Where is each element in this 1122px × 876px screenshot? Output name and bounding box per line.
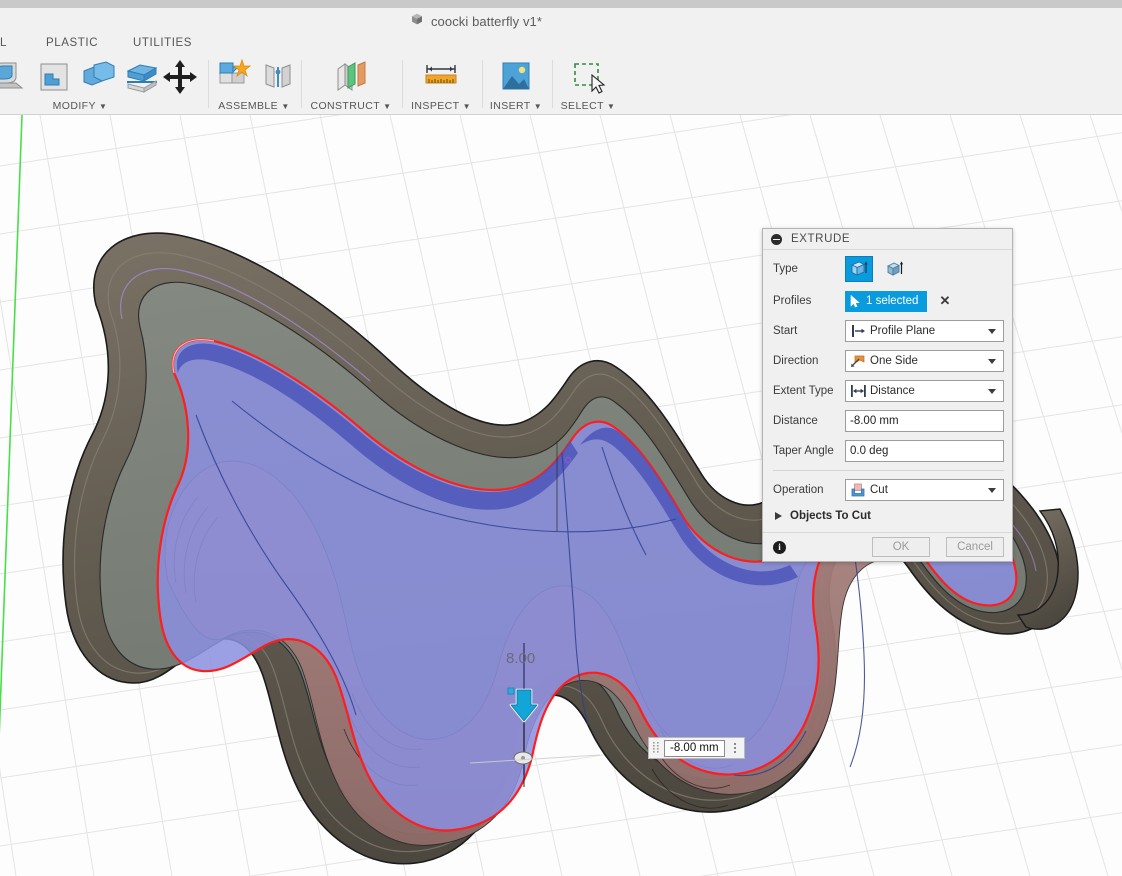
ribbon-group-assemble: ASSEMBLE ▼: [212, 54, 296, 115]
extent-type-dropdown[interactable]: Distance: [845, 380, 1004, 402]
document-tab[interactable]: coocki batterfly v1*: [410, 12, 542, 31]
row-type: Type: [773, 256, 1004, 282]
objects-to-cut-disclosure[interactable]: Objects To Cut: [773, 509, 1004, 529]
ribbon-group-label-modify[interactable]: MODIFY ▼: [0, 100, 160, 112]
ribbon-group-label-inspect[interactable]: INSPECT ▼: [404, 100, 478, 112]
canvas-distance-input-group[interactable]: -8.00 mm: [648, 737, 745, 759]
chevron-down-icon[interactable]: [988, 488, 996, 493]
ribbon-group-move-copy: [158, 54, 204, 115]
chevron-down-icon[interactable]: [988, 329, 996, 334]
operation-value: Cut: [870, 484, 988, 496]
profile-handle: [508, 688, 514, 694]
ribbon-tab-plastic[interactable]: PLASTIC: [46, 37, 98, 49]
ok-button[interactable]: OK: [872, 537, 930, 557]
document-title: coocki batterfly v1*: [431, 14, 542, 29]
select-window-icon[interactable]: [566, 57, 610, 97]
ribbon-group-modify: MODIFY ▼: [0, 54, 160, 115]
direction-dropdown[interactable]: One Side: [845, 350, 1004, 372]
manipulator-dimension-label: 8.00: [506, 650, 535, 667]
ribbon-group-select: SELECT ▼: [554, 54, 622, 115]
taper-angle-input[interactable]: 0.0 deg: [845, 440, 1004, 462]
ribbon-group-inspect: INSPECT ▼: [404, 54, 478, 115]
label-direction: Direction: [773, 355, 845, 367]
row-taper-angle: Taper Angle 0.0 deg: [773, 440, 1004, 462]
row-direction: Direction One Side: [773, 350, 1004, 372]
new-component-icon[interactable]: [212, 57, 256, 97]
chevron-down-icon[interactable]: [988, 389, 996, 394]
label-taper-angle: Taper Angle: [773, 445, 845, 457]
shell-icon[interactable]: [32, 57, 76, 97]
distance-arrows-icon: [850, 383, 867, 399]
combine-icon[interactable]: [76, 57, 120, 97]
cancel-button[interactable]: Cancel: [946, 537, 1004, 557]
row-operation: Operation Cut: [773, 479, 1004, 501]
profile-plane-icon: [850, 323, 867, 339]
ribbon-group-label-select[interactable]: SELECT ▼: [554, 100, 622, 112]
ribbon-tab-truncated[interactable]: L: [0, 37, 7, 49]
profiles-selection-count: 1 selected: [866, 295, 918, 307]
operation-dropdown[interactable]: Cut: [845, 479, 1004, 501]
ribbon-group-construct: CONSTRUCT ▼: [304, 54, 398, 115]
info-icon[interactable]: i: [773, 541, 786, 554]
extrude-profile-icon[interactable]: [845, 256, 873, 282]
label-profiles: Profiles: [773, 295, 845, 307]
titlebar: coocki batterfly v1*: [0, 8, 1122, 35]
cube-icon: [410, 12, 424, 31]
measure-ruler-icon[interactable]: [419, 57, 463, 97]
label-start: Start: [773, 325, 845, 337]
dialog-divider: [773, 470, 1004, 471]
label-distance: Distance: [773, 415, 845, 427]
extent-type-value: Distance: [870, 385, 988, 397]
insert-image-icon[interactable]: [494, 57, 538, 97]
chevron-down-icon[interactable]: [988, 359, 996, 364]
extrude-dialog-footer: i OK Cancel: [763, 532, 1012, 561]
extrude-dialog-body: Type: [763, 250, 1012, 532]
window-top-strip: [0, 0, 1122, 8]
row-profiles: Profiles 1 selected ✕: [773, 290, 1004, 312]
extrude-taper-icon[interactable]: [881, 256, 909, 282]
triangle-right-icon: [775, 512, 782, 520]
ribbon-separator: [552, 60, 553, 108]
ribbon-tabstrip: L PLASTIC UTILITIES: [0, 35, 1122, 54]
one-side-arrow-icon: [850, 353, 867, 369]
ribbon-separator: [301, 60, 302, 108]
ribbon-group-label-insert[interactable]: INSERT ▼: [484, 100, 548, 112]
ribbon-toolbar: MODIFY ▼: [0, 54, 1122, 115]
move-copy-icon[interactable]: [158, 57, 202, 97]
row-distance: Distance -8.00 mm: [773, 410, 1004, 432]
ribbon-group-insert: INSERT ▼: [484, 54, 548, 115]
joint-icon[interactable]: [256, 57, 300, 97]
profiles-selection-pill[interactable]: 1 selected: [845, 291, 927, 312]
clear-selection-icon[interactable]: ✕: [939, 293, 950, 309]
cut-operation-icon: [850, 482, 867, 498]
fusion360-window: coocki batterfly v1* L PLASTIC UTILITIES: [0, 0, 1122, 876]
direction-value: One Side: [870, 355, 988, 367]
extrude-dialog[interactable]: EXTRUDE Type: [762, 228, 1013, 562]
canvas-input-more-button[interactable]: [729, 741, 741, 755]
offset-plane-icon[interactable]: [329, 57, 373, 97]
label-operation: Operation: [773, 484, 845, 496]
ribbon-separator: [402, 60, 403, 108]
fillet-icon[interactable]: [0, 57, 32, 97]
start-value: Profile Plane: [870, 325, 988, 337]
row-start: Start Profile Plane: [773, 320, 1004, 342]
label-type: Type: [773, 263, 845, 275]
ribbon-group-label-assemble[interactable]: ASSEMBLE ▼: [212, 100, 296, 112]
minus-circle-icon[interactable]: [771, 234, 782, 245]
canvas-distance-input[interactable]: -8.00 mm: [664, 740, 725, 757]
ribbon-tab-utilities[interactable]: UTILITIES: [133, 37, 192, 49]
cursor-arrow-icon: [850, 295, 861, 308]
start-dropdown[interactable]: Profile Plane: [845, 320, 1004, 342]
row-extent-type: Extent Type Distance: [773, 380, 1004, 402]
label-extent-type: Extent Type: [773, 385, 845, 397]
ribbon-group-label-construct[interactable]: CONSTRUCT ▼: [304, 100, 398, 112]
drag-grip-icon[interactable]: [652, 741, 661, 755]
extrude-dialog-title: EXTRUDE: [791, 233, 850, 245]
objects-to-cut-label: Objects To Cut: [790, 510, 871, 522]
extrude-dialog-header[interactable]: EXTRUDE: [763, 229, 1012, 250]
distance-input[interactable]: -8.00 mm: [845, 410, 1004, 432]
ribbon-separator: [208, 60, 209, 108]
ribbon-separator: [482, 60, 483, 108]
